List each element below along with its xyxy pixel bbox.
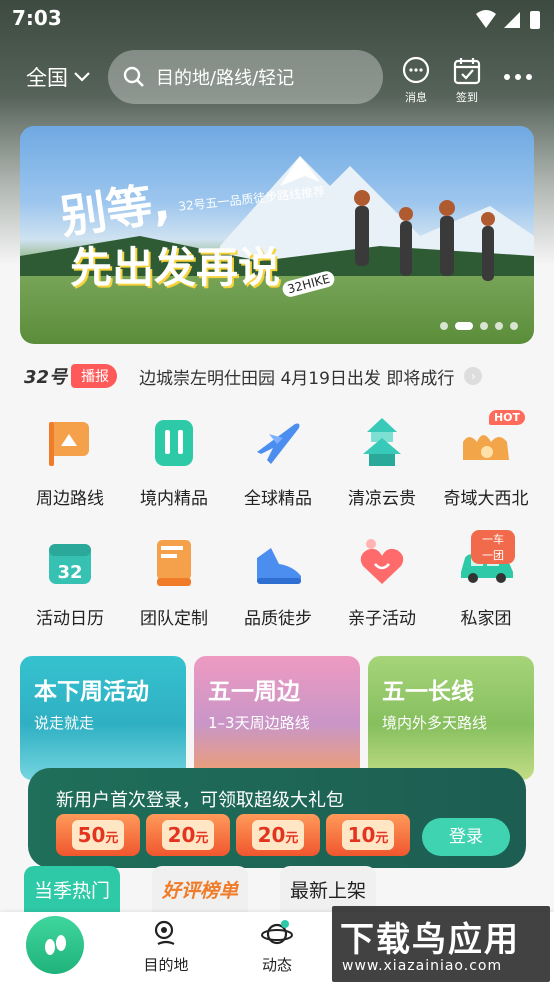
messages-button[interactable]: 消息 xyxy=(396,56,436,105)
tab-seasonal-hot[interactable]: 当季热门 xyxy=(24,866,121,916)
status-icons xyxy=(476,10,540,29)
chat-icon xyxy=(402,56,430,84)
nav-label: 目的地 xyxy=(143,956,189,974)
signal-icon xyxy=(504,12,520,28)
checkin-button[interactable]: 签到 xyxy=(447,56,487,105)
search-placeholder: 目的地/路线/轻记 xyxy=(156,68,295,89)
card-subtitle: 境内外多天路线 xyxy=(382,714,488,732)
banner-pagination xyxy=(440,322,518,330)
category-label: 活动日历 xyxy=(36,609,104,629)
planet-icon xyxy=(261,920,293,945)
battery-icon xyxy=(530,11,540,29)
status-bar: 7:03 xyxy=(0,0,554,38)
footprint-icon xyxy=(45,935,66,955)
new-user-promo[interactable]: 新用户首次登录，可领取超级大礼包 50元 20元 20元 10元 登录 xyxy=(28,768,526,868)
messages-label: 消息 xyxy=(405,91,427,104)
suitcase-icon xyxy=(145,414,203,472)
category-private-group[interactable]: 一车一团 私家团 xyxy=(434,530,538,629)
category-global[interactable]: 全球精品 xyxy=(226,414,330,509)
category-label: 清凉云贵 xyxy=(348,489,416,509)
checkin-label: 签到 xyxy=(456,91,478,104)
promo-text: 新用户首次登录，可领取超级大礼包 xyxy=(56,790,344,811)
camel-icon: HOT xyxy=(457,410,525,472)
tab-top-rated[interactable]: 好评榜单 xyxy=(152,866,249,916)
category-calendar[interactable]: 32 活动日历 xyxy=(18,534,122,629)
category-label: 奇域大西北 xyxy=(443,489,529,509)
news-broadcast[interactable]: 32号 播报 边城崇左明仕田园 4月19日出发 即将成行 › xyxy=(24,362,534,390)
bottom-nav: 目的地 动态 xyxy=(0,912,554,984)
location-icon xyxy=(154,920,175,945)
region-selector[interactable]: 全国 xyxy=(26,62,90,92)
chevron-down-icon xyxy=(74,72,90,82)
calendar-icon: 32 xyxy=(41,534,99,592)
category-label: 亲子活动 xyxy=(348,609,416,629)
search-icon xyxy=(123,66,144,87)
card-may-day-long[interactable]: 五一长线 境内外多天路线 xyxy=(368,656,534,780)
card-subtitle: 1–3天周边路线 xyxy=(208,714,310,732)
flag-icon xyxy=(41,414,99,472)
search-bar[interactable]: 目的地/路线/轻记 xyxy=(108,50,383,104)
category-label: 全球精品 xyxy=(244,489,312,509)
category-label: 境内精品 xyxy=(140,489,208,509)
card-subtitle: 说走就走 xyxy=(34,714,95,732)
card-title: 五一周边 xyxy=(208,679,300,705)
tab-feed[interactable]: 动态 xyxy=(237,918,317,975)
banner-dot-active[interactable] xyxy=(455,322,473,330)
banner-dot[interactable] xyxy=(510,322,518,330)
wifi-icon xyxy=(476,10,496,28)
book-icon xyxy=(145,534,203,592)
pagoda-icon xyxy=(353,414,411,472)
content-tabs: 当季热门 好评榜单 最新上架 xyxy=(24,866,424,916)
category-yungui[interactable]: 清凉云贵 xyxy=(330,414,434,509)
broadcast-text: 边城崇左明仕田园 4月19日出发 即将成行 xyxy=(139,368,455,389)
login-button[interactable]: 登录 xyxy=(422,818,510,856)
category-domestic[interactable]: 境内精品 xyxy=(122,414,226,509)
top-header: 全国 目的地/路线/轻记 消息 签到 xyxy=(0,48,554,104)
calendar-check-icon xyxy=(453,58,481,85)
tab-destination[interactable]: 目的地 xyxy=(126,918,206,975)
shoe-icon xyxy=(249,534,307,592)
banner-dot[interactable] xyxy=(480,322,488,330)
chevron-right-icon: › xyxy=(464,367,483,385)
category-label: 私家团 xyxy=(460,609,512,629)
category-label: 团队定制 xyxy=(140,609,208,629)
coupon: 10元 xyxy=(326,814,410,856)
tab-new-arrivals[interactable]: 最新上架 xyxy=(280,866,377,916)
nav-label: 动态 xyxy=(261,956,292,974)
feature-cards: 本下周活动 说走就走 五一周边 1–3天周边路线 五一长线 境内外多天路线 xyxy=(20,656,534,780)
card-next-week-activities[interactable]: 本下周活动 说走就走 xyxy=(20,656,186,780)
category-nearby-routes[interactable]: 周边路线 xyxy=(18,414,122,509)
car-icon: 一车一团 xyxy=(457,530,515,592)
category-label: 周边路线 xyxy=(36,489,104,509)
category-hiking[interactable]: 品质徒步 xyxy=(226,534,330,629)
hot-badge: HOT xyxy=(488,410,525,425)
category-team-custom[interactable]: 团队定制 xyxy=(122,534,226,629)
promo-banner[interactable]: 别等, 先出发再说 32号五一品质徒步路线推荐 32HIKE xyxy=(20,126,534,344)
banner-dot[interactable] xyxy=(495,322,503,330)
banner-dot[interactable] xyxy=(440,322,448,330)
more-button[interactable] xyxy=(504,74,532,80)
card-title: 本下周活动 xyxy=(34,679,149,705)
category-family[interactable]: 亲子活动 xyxy=(330,534,434,629)
card-title: 五一长线 xyxy=(382,679,474,705)
coupon: 20元 xyxy=(236,814,320,856)
category-label: 品质徒步 xyxy=(244,609,312,629)
heart-icon xyxy=(353,534,411,592)
svg-text:32: 32 xyxy=(57,562,82,583)
banner-headline-2: 先出发再说 xyxy=(70,243,281,292)
status-time: 7:03 xyxy=(12,6,62,30)
airplane-icon xyxy=(249,414,307,472)
coupon: 20元 xyxy=(146,814,230,856)
coupon: 50元 xyxy=(56,814,140,856)
region-label: 全国 xyxy=(26,66,68,90)
category-northwest[interactable]: HOT 奇域大西北 xyxy=(434,410,538,509)
one-car-badge: 一车一团 xyxy=(471,530,515,564)
home-tab[interactable] xyxy=(26,916,84,974)
broadcast-brand: 32号 xyxy=(24,367,68,388)
card-may-day-nearby[interactable]: 五一周边 1–3天周边路线 xyxy=(194,656,360,780)
broadcast-tag: 播报 xyxy=(71,364,118,388)
